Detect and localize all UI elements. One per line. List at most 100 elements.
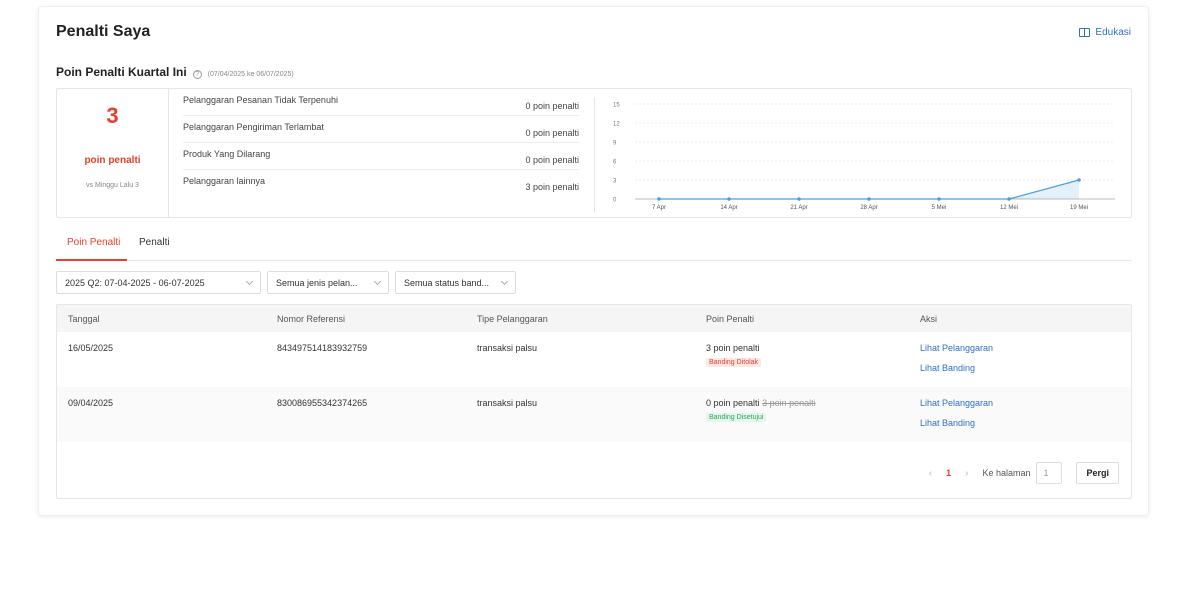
chevron-down-icon [373, 277, 382, 285]
col-violation-type: Tipe Pelanggaran [477, 314, 548, 324]
category-label: Pelanggaran Pesanan Tidak Terpenuhi [183, 95, 338, 105]
x-tick-label: 21 Apr [790, 205, 807, 211]
tab-poin-penalti[interactable]: Poin Penalti [67, 237, 120, 248]
row-points-cell: 0 poin penalti 3 poin penalti Banding Di… [706, 398, 816, 422]
filter-bar: 2025 Q2: 07-04-2025 - 06-07-2025 Semua j… [56, 271, 516, 294]
data-point [937, 197, 941, 201]
x-tick-label: 28 Apr [860, 205, 877, 211]
x-tick-label: 7 Apr [652, 205, 666, 211]
row-violation-type: transaksi palsu [477, 398, 538, 408]
view-violation-link[interactable]: Lihat Pelanggaran [920, 343, 993, 353]
view-appeal-link[interactable]: Lihat Banding [920, 418, 993, 428]
period-select-value: 2025 Q2: 07-04-2025 - 06-07-2025 [65, 277, 205, 288]
next-page-icon[interactable]: › [965, 468, 968, 479]
series-area [659, 180, 1079, 199]
violation-type-select[interactable]: Semua jenis pelan... [267, 271, 389, 294]
col-reference: Nomor Referensi [277, 314, 346, 324]
edukasi-label: Edukasi [1095, 27, 1131, 38]
row-points-cell: 3 poin penalti Banding Ditolak [706, 343, 762, 367]
x-tick-label: 12 Mei [1000, 205, 1018, 211]
row-actions: Lihat Pelanggaran Lihat Banding [920, 398, 993, 428]
category-label: Pelanggaran lainnya [183, 176, 266, 186]
category-row: Pelanggaran lainnya 3 poin penalti [183, 170, 579, 197]
y-tick-label: 0 [613, 198, 617, 204]
category-row: Produk Yang Dilarang 0 poin penalti [183, 143, 579, 170]
category-points: 0 poin penalti [525, 101, 579, 111]
y-tick-label: 9 [613, 141, 617, 147]
category-label: Produk Yang Dilarang [183, 149, 271, 159]
chevron-down-icon [245, 277, 254, 285]
data-point [727, 197, 731, 201]
y-tick-label: 3 [613, 179, 617, 185]
category-row: Pelanggaran Pesanan Tidak Terpenuhi 0 po… [183, 89, 579, 116]
data-point [797, 197, 801, 201]
summary-panel: 3 poin penalti vs Minggu Lalu 3 Pelangga… [56, 88, 1132, 218]
category-points: 3 poin penalti [525, 182, 579, 192]
row-reference: 830086955342374265 [277, 398, 368, 408]
score-unit: poin penalti [84, 155, 141, 166]
table-row: 16/05/2025 843497514183932759 transaksi … [57, 332, 1131, 387]
quarter-range: (07/04/2025 ke 06/07/2025) [207, 71, 294, 78]
x-tick-label: 14 Apr [720, 205, 737, 211]
category-row: Pelanggaran Pengiriman Terlambat 0 poin … [183, 116, 579, 143]
goto-page-label: Ke halaman [982, 468, 1031, 478]
row-old-points: 3 poin penalti [762, 398, 816, 408]
go-button[interactable]: Pergi [1076, 462, 1119, 484]
col-date: Tanggal [68, 314, 100, 324]
period-select[interactable]: 2025 Q2: 07-04-2025 - 06-07-2025 [56, 271, 261, 294]
data-point [657, 197, 661, 201]
row-violation-type: transaksi palsu [477, 343, 538, 353]
info-icon[interactable]: ? [192, 70, 202, 79]
active-tab-indicator [56, 259, 127, 261]
score-value: 3 [106, 103, 119, 128]
col-action: Aksi [920, 314, 938, 324]
category-list: Pelanggaran Pesanan Tidak Terpenuhi 0 po… [183, 89, 579, 197]
row-date: 16/05/2025 [68, 343, 114, 353]
data-point [1077, 178, 1081, 182]
category-points: 0 poin penalti [525, 128, 579, 138]
col-points: Poin Penalti [706, 314, 755, 324]
appeal-status-select[interactable]: Semua status band... [395, 271, 516, 294]
category-points: 0 poin penalti [525, 155, 579, 165]
goto-page-input[interactable] [1036, 462, 1063, 484]
x-tick-label: 5 Mei [932, 205, 947, 211]
y-tick-label: 12 [613, 122, 620, 128]
y-tick-label: 15 [613, 103, 620, 109]
page-title: Penalti Saya [56, 23, 151, 40]
pagination: ‹ 1 › Ke halaman Pergi [929, 462, 1119, 484]
row-points: 0 poin penalti [706, 398, 760, 408]
data-point [1007, 197, 1011, 201]
table-header: Tanggal Nomor Referensi Tipe Pelanggaran… [57, 305, 1131, 332]
score-box: 3 poin penalti vs Minggu Lalu 3 [57, 89, 169, 217]
view-appeal-link[interactable]: Lihat Banding [920, 363, 993, 373]
tab-bar: Poin Penalti Penalti [56, 229, 1132, 261]
quarter-title: Poin Penalti Kuartal Ini [56, 65, 187, 79]
row-points: 3 poin penalti [706, 343, 760, 353]
chevron-down-icon [500, 277, 509, 285]
y-tick-label: 6 [613, 160, 617, 166]
view-violation-link[interactable]: Lihat Pelanggaran [920, 398, 993, 408]
data-point [867, 197, 871, 201]
row-date: 09/04/2025 [68, 398, 114, 408]
prev-page-icon[interactable]: ‹ [929, 468, 932, 479]
penalty-table: Tanggal Nomor Referensi Tipe Pelanggaran… [56, 304, 1132, 499]
category-label: Pelanggaran Pengiriman Terlambat [183, 122, 324, 132]
x-tick-label: 19 Mei [1070, 205, 1088, 211]
quarter-heading: Poin Penalti Kuartal Ini ? (07/04/2025 k… [56, 65, 294, 79]
edukasi-link[interactable]: Edukasi [1079, 27, 1131, 38]
trend-chart-svg: 0 3 6 9 12 15 7 Apr 14 Apr 21 Apr 28 Apr 5 Mei 12 M… [613, 103, 1115, 211]
row-reference: 843497514183932759 [277, 343, 368, 353]
book-icon [1079, 28, 1091, 37]
page-number-current[interactable]: 1 [946, 468, 951, 478]
violation-type-value: Semua jenis pelan... [276, 277, 358, 288]
row-actions: Lihat Pelanggaran Lihat Banding [920, 343, 993, 373]
score-compare: vs Minggu Lalu 3 [86, 182, 139, 189]
tab-penalti[interactable]: Penalti [139, 237, 170, 248]
row-points-line: 0 poin penalti 3 poin penalti [706, 398, 816, 408]
penalty-card: Penalti Saya Edukasi Poin Penalti Kuarta… [38, 6, 1149, 516]
penalty-trend-chart: 0 3 6 9 12 15 7 Apr 14 Apr 21 Apr 28 Apr 5 Mei 12 M… [594, 97, 1124, 212]
table-row: 09/04/2025 830086955342374265 transaksi … [57, 387, 1131, 442]
appeal-status-value: Semua status band... [404, 277, 490, 288]
appeal-status-badge: Banding Disetujui [706, 413, 767, 422]
appeal-status-badge: Banding Ditolak [706, 358, 762, 367]
